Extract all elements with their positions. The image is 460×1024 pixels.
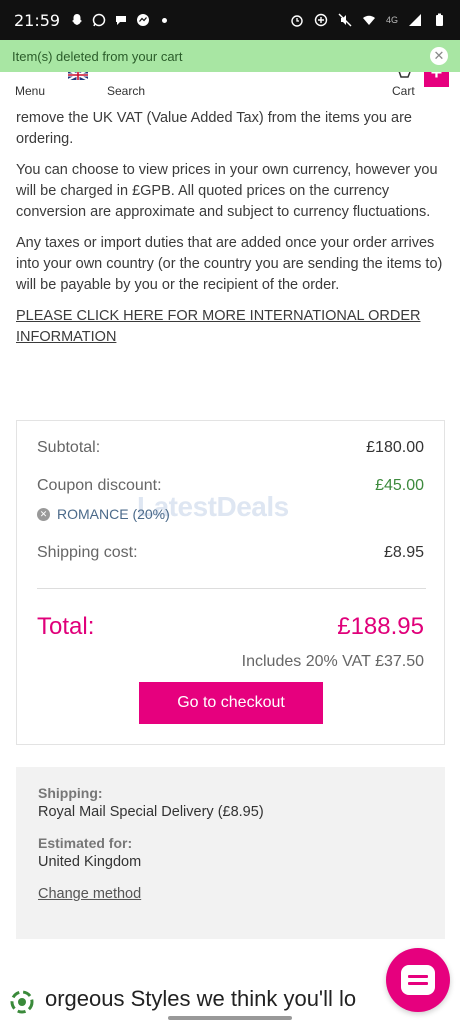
estimated-heading: Estimated for: [38,835,133,851]
chat-button[interactable] [386,948,450,1012]
close-icon[interactable]: ✕ [430,47,448,65]
system-icons: 4G [290,13,446,27]
change-method-link[interactable]: Change method [38,886,141,902]
mute-icon [338,13,352,27]
chat-icon [401,965,435,995]
chat-bubble-icon [116,16,127,25]
home-indicator[interactable] [168,1016,292,1020]
shipping-cost-label: Shipping cost: [37,544,138,561]
status-bar: 21:59 4G [0,0,460,40]
international-order-link[interactable]: PLEASE CLICK HERE FOR MORE INTERNATIONAL… [16,306,446,348]
total-value: £188.95 [337,613,424,640]
network-type: 4G [385,15,398,25]
snapchat-icon [72,14,83,25]
messenger-icon [137,14,150,26]
alarm-icon [291,15,303,27]
cart-button[interactable]: Cart [392,84,415,98]
info-paragraph-currency: You can choose to view prices in your ow… [16,162,438,220]
subtotal-value: £180.00 [366,439,424,456]
shipping-cost-value: £8.95 [383,544,424,561]
status-time: 21:59 [14,10,61,30]
battery-icon [436,13,443,26]
search-button[interactable]: Search [107,84,145,98]
coupon-label: Coupon discount: [37,477,162,494]
order-summary: Subtotal: £180.00 LatestDeals Coupon dis… [16,420,445,745]
loading-spinner-icon [10,990,34,1014]
shipping-heading: Shipping: [38,785,103,801]
coupon-code-tag: ✕ ROMANCE (20%) [37,506,170,522]
coupon-value: £45.00 [375,477,424,494]
shipping-panel: Shipping: Royal Mail Special Delivery (£… [16,767,445,939]
signal-icon [409,14,421,26]
notification-icons [70,13,168,27]
data-saver-icon [314,13,328,27]
whatsapp-icon [92,13,106,27]
coupon-row: Coupon discount: £45.00 [37,477,424,495]
more-notifications-dot [162,17,168,23]
remove-coupon-icon[interactable]: ✕ [37,507,50,521]
estimated-country: United Kingdom [38,854,142,870]
cart-notification: Item(s) deleted from your cart ✕ [0,40,460,72]
international-info: remove the UK VAT (Value Added Tax) from… [16,108,446,348]
info-paragraph-vat: remove the UK VAT (Value Added Tax) from… [16,110,412,147]
shipping-method: Royal Mail Special Delivery (£8.95) [38,804,264,820]
wifi-icon [362,15,375,25]
notification-text: Item(s) deleted from your cart [12,48,183,64]
total-label: Total: [37,613,95,640]
checkout-button[interactable]: Go to checkout [139,682,323,724]
vat-note: Includes 20% VAT £37.50 [241,653,424,670]
shipping-cost-row: Shipping cost: £8.95 [37,544,424,562]
recommendations-heading: orgeous Styles we think you'll lo [45,986,357,1011]
subtotal-label: Subtotal: [37,439,101,456]
menu-button[interactable]: Menu [15,84,45,98]
subtotal-row: Subtotal: £180.00 [37,439,424,457]
info-paragraph-taxes: Any taxes or import duties that are adde… [16,235,443,293]
coupon-code: ROMANCE (20%) [57,506,170,522]
summary-divider [37,588,426,589]
